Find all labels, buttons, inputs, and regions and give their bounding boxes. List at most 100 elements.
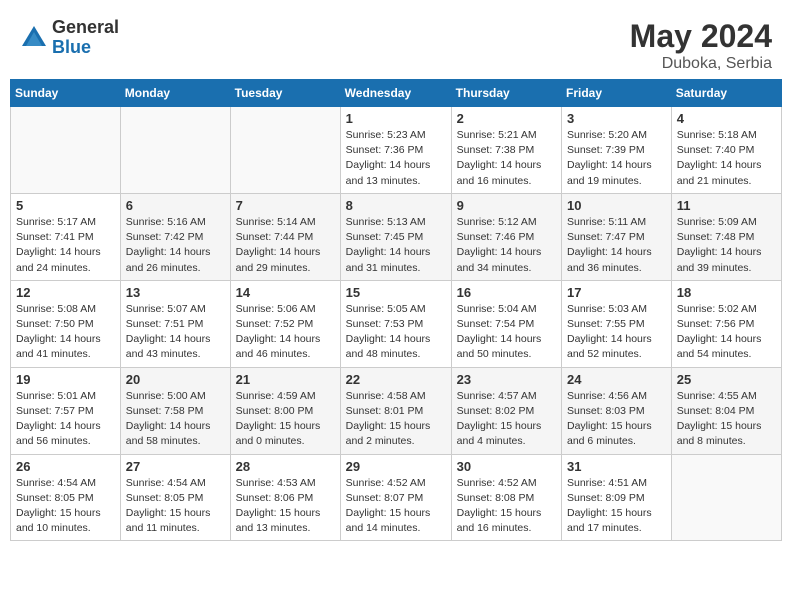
calendar-cell: 2 Sunrise: 5:21 AM Sunset: 7:38 PM Daylig… bbox=[451, 107, 561, 194]
calendar-week-row: 5Sunrise: 5:17 AM Sunset: 7:41 PM Daylig… bbox=[11, 193, 782, 280]
calendar-cell: 15 Sunrise: 5:05 AM Sunset: 7:53 PM Dayli… bbox=[340, 280, 451, 367]
logo-icon bbox=[20, 24, 48, 52]
calendar-cell: 9Sunrise: 5:12 AM Sunset: 7:46 PM Daylig… bbox=[451, 193, 561, 280]
calendar-cell: 25Sunrise: 4:55 AM Sunset: 8:04 PM Dayli… bbox=[671, 367, 781, 454]
calendar-cell: 11 Sunrise: 5:09 AM Sunset: 7:48 PM Dayli… bbox=[671, 193, 781, 280]
day-number: 3 bbox=[567, 111, 666, 126]
calendar-cell: 17 Sunrise: 5:03 AM Sunset: 7:55 PM Dayli… bbox=[562, 280, 672, 367]
day-number: 11 bbox=[677, 198, 776, 213]
calendar-cell: 30Sunrise: 4:52 AM Sunset: 8:08 PM Dayli… bbox=[451, 454, 561, 541]
day-number: 22 bbox=[346, 372, 446, 387]
calendar-cell: 20 Sunrise: 5:00 AM Sunset: 7:58 PM Dayli… bbox=[120, 367, 230, 454]
calendar-cell bbox=[230, 107, 340, 194]
day-number: 27 bbox=[126, 459, 225, 474]
day-number: 4 bbox=[677, 111, 776, 126]
day-header-tuesday: Tuesday bbox=[230, 80, 340, 107]
calendar-cell: 27 Sunrise: 4:54 AM Sunset: 8:05 PM Dayli… bbox=[120, 454, 230, 541]
calendar-cell: 19 Sunrise: 5:01 AM Sunset: 7:57 PM Dayli… bbox=[11, 367, 121, 454]
day-header-thursday: Thursday bbox=[451, 80, 561, 107]
day-info: Sunrise: 5:13 AM Sunset: 7:45 PM Dayligh… bbox=[346, 215, 446, 276]
calendar-cell bbox=[671, 454, 781, 541]
day-number: 30 bbox=[457, 459, 556, 474]
calendar-title: May 2024 bbox=[630, 18, 772, 55]
calendar-cell: 12Sunrise: 5:08 AM Sunset: 7:50 PM Dayli… bbox=[11, 280, 121, 367]
day-number: 10 bbox=[567, 198, 666, 213]
day-info: Sunrise: 4:51 AM Sunset: 8:09 PM Dayligh… bbox=[567, 476, 666, 537]
day-number: 24 bbox=[567, 372, 666, 387]
logo: General Blue bbox=[20, 18, 119, 58]
day-info: Sunrise: 4:55 AM Sunset: 8:04 PM Dayligh… bbox=[677, 389, 776, 450]
day-number: 6 bbox=[126, 198, 225, 213]
calendar-cell: 31Sunrise: 4:51 AM Sunset: 8:09 PM Dayli… bbox=[562, 454, 672, 541]
logo-blue-text: Blue bbox=[52, 38, 119, 58]
day-header-wednesday: Wednesday bbox=[340, 80, 451, 107]
calendar-cell: 24 Sunrise: 4:56 AM Sunset: 8:03 PM Dayli… bbox=[562, 367, 672, 454]
day-info: Sunrise: 5:21 AM Sunset: 7:38 PM Dayligh… bbox=[457, 128, 556, 189]
calendar-cell: 23 Sunrise: 4:57 AM Sunset: 8:02 PM Dayli… bbox=[451, 367, 561, 454]
day-info: Sunrise: 4:56 AM Sunset: 8:03 PM Dayligh… bbox=[567, 389, 666, 450]
calendar-cell: 3 Sunrise: 5:20 AM Sunset: 7:39 PM Daylig… bbox=[562, 107, 672, 194]
day-info: Sunrise: 5:04 AM Sunset: 7:54 PM Dayligh… bbox=[457, 302, 556, 363]
day-number: 23 bbox=[457, 372, 556, 387]
calendar-cell: 18 Sunrise: 5:02 AM Sunset: 7:56 PM Dayli… bbox=[671, 280, 781, 367]
page-header: General Blue May 2024 Duboka, Serbia bbox=[10, 10, 782, 79]
calendar-week-row: 1 Sunrise: 5:23 AM Sunset: 7:36 PM Daylig… bbox=[11, 107, 782, 194]
calendar-cell: 13 Sunrise: 5:07 AM Sunset: 7:51 PM Dayli… bbox=[120, 280, 230, 367]
day-info: Sunrise: 4:58 AM Sunset: 8:01 PM Dayligh… bbox=[346, 389, 446, 450]
calendar-cell: 8 Sunrise: 5:13 AM Sunset: 7:45 PM Daylig… bbox=[340, 193, 451, 280]
day-number: 29 bbox=[346, 459, 446, 474]
day-info: Sunrise: 5:12 AM Sunset: 7:46 PM Dayligh… bbox=[457, 215, 556, 276]
day-number: 16 bbox=[457, 285, 556, 300]
calendar-cell bbox=[11, 107, 121, 194]
day-number: 12 bbox=[16, 285, 115, 300]
day-info: Sunrise: 5:03 AM Sunset: 7:55 PM Dayligh… bbox=[567, 302, 666, 363]
day-info: Sunrise: 5:14 AM Sunset: 7:44 PM Dayligh… bbox=[236, 215, 335, 276]
day-info: Sunrise: 5:09 AM Sunset: 7:48 PM Dayligh… bbox=[677, 215, 776, 276]
day-header-sunday: Sunday bbox=[11, 80, 121, 107]
calendar-cell: 28 Sunrise: 4:53 AM Sunset: 8:06 PM Dayli… bbox=[230, 454, 340, 541]
day-info: Sunrise: 4:53 AM Sunset: 8:06 PM Dayligh… bbox=[236, 476, 335, 537]
day-number: 14 bbox=[236, 285, 335, 300]
calendar-week-row: 12Sunrise: 5:08 AM Sunset: 7:50 PM Dayli… bbox=[11, 280, 782, 367]
day-number: 20 bbox=[126, 372, 225, 387]
calendar-cell: 22 Sunrise: 4:58 AM Sunset: 8:01 PM Dayli… bbox=[340, 367, 451, 454]
calendar-cell: 6Sunrise: 5:16 AM Sunset: 7:42 PM Daylig… bbox=[120, 193, 230, 280]
day-number: 1 bbox=[346, 111, 446, 126]
day-number: 2 bbox=[457, 111, 556, 126]
day-number: 21 bbox=[236, 372, 335, 387]
day-header-saturday: Saturday bbox=[671, 80, 781, 107]
day-info: Sunrise: 4:52 AM Sunset: 8:07 PM Dayligh… bbox=[346, 476, 446, 537]
day-info: Sunrise: 5:17 AM Sunset: 7:41 PM Dayligh… bbox=[16, 215, 115, 276]
day-info: Sunrise: 5:02 AM Sunset: 7:56 PM Dayligh… bbox=[677, 302, 776, 363]
day-info: Sunrise: 5:20 AM Sunset: 7:39 PM Dayligh… bbox=[567, 128, 666, 189]
day-info: Sunrise: 5:07 AM Sunset: 7:51 PM Dayligh… bbox=[126, 302, 225, 363]
calendar-cell: 21 Sunrise: 4:59 AM Sunset: 8:00 PM Dayli… bbox=[230, 367, 340, 454]
calendar-cell: 26Sunrise: 4:54 AM Sunset: 8:05 PM Dayli… bbox=[11, 454, 121, 541]
day-number: 18 bbox=[677, 285, 776, 300]
day-info: Sunrise: 5:00 AM Sunset: 7:58 PM Dayligh… bbox=[126, 389, 225, 450]
day-number: 28 bbox=[236, 459, 335, 474]
day-info: Sunrise: 4:54 AM Sunset: 8:05 PM Dayligh… bbox=[126, 476, 225, 537]
day-info: Sunrise: 4:59 AM Sunset: 8:00 PM Dayligh… bbox=[236, 389, 335, 450]
day-info: Sunrise: 5:01 AM Sunset: 7:57 PM Dayligh… bbox=[16, 389, 115, 450]
calendar-cell bbox=[120, 107, 230, 194]
calendar-week-row: 19 Sunrise: 5:01 AM Sunset: 7:57 PM Dayli… bbox=[11, 367, 782, 454]
calendar-location: Duboka, Serbia bbox=[630, 55, 772, 73]
calendar-cell: 10Sunrise: 5:11 AM Sunset: 7:47 PM Dayli… bbox=[562, 193, 672, 280]
day-number: 19 bbox=[16, 372, 115, 387]
day-info: Sunrise: 5:05 AM Sunset: 7:53 PM Dayligh… bbox=[346, 302, 446, 363]
day-info: Sunrise: 5:23 AM Sunset: 7:36 PM Dayligh… bbox=[346, 128, 446, 189]
calendar-header-row: SundayMondayTuesdayWednesdayThursdayFrid… bbox=[11, 80, 782, 107]
calendar-cell: 29 Sunrise: 4:52 AM Sunset: 8:07 PM Dayli… bbox=[340, 454, 451, 541]
day-number: 17 bbox=[567, 285, 666, 300]
title-block: May 2024 Duboka, Serbia bbox=[630, 18, 772, 73]
calendar-cell: 16 Sunrise: 5:04 AM Sunset: 7:54 PM Dayli… bbox=[451, 280, 561, 367]
day-number: 13 bbox=[126, 285, 225, 300]
day-number: 15 bbox=[346, 285, 446, 300]
day-info: Sunrise: 4:57 AM Sunset: 8:02 PM Dayligh… bbox=[457, 389, 556, 450]
calendar-cell: 1 Sunrise: 5:23 AM Sunset: 7:36 PM Daylig… bbox=[340, 107, 451, 194]
day-number: 8 bbox=[346, 198, 446, 213]
calendar-cell: 7Sunrise: 5:14 AM Sunset: 7:44 PM Daylig… bbox=[230, 193, 340, 280]
day-header-monday: Monday bbox=[120, 80, 230, 107]
day-info: Sunrise: 5:18 AM Sunset: 7:40 PM Dayligh… bbox=[677, 128, 776, 189]
